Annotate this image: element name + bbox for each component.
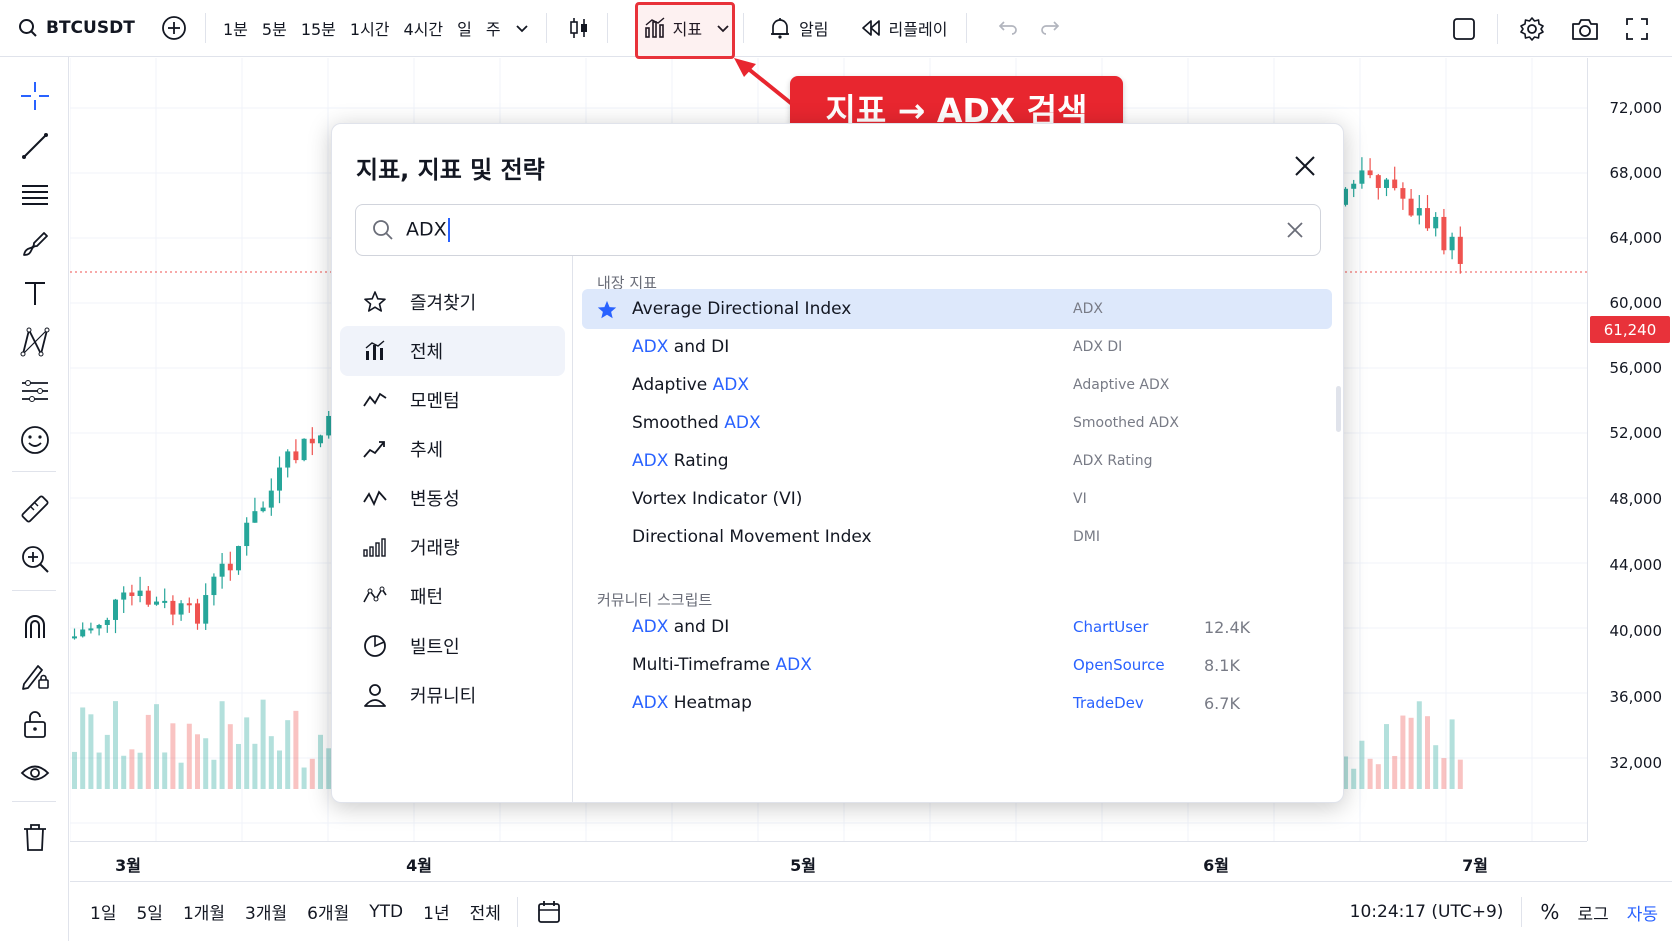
indicator-row[interactable]: Vortex Indicator (VI) VI (582, 479, 1332, 519)
trend-icon (362, 437, 388, 461)
nav-item-builtin[interactable]: 빌트인 (340, 621, 565, 671)
indicator-name: Directional Movement Index (632, 527, 872, 547)
indicators-dialog: 지표, 지표 및 전략 ADX 즐겨찾기전체모멘텀추세변동성거래량패턴빌트인커뮤… (331, 123, 1344, 803)
nav-item-label: 변동성 (410, 489, 460, 510)
close-icon[interactable] (1293, 154, 1317, 178)
indicator-shortname: DMI (1073, 529, 1100, 545)
nav-item-label: 모멘텀 (410, 391, 460, 412)
indicator-name-part: ADX (775, 655, 812, 675)
nav-item-label: 거래량 (410, 538, 460, 559)
script-author-link[interactable]: ChartUser (1073, 618, 1148, 636)
indicator-name: ADX and DI (632, 337, 729, 357)
indicator-name: Adaptive ADX (632, 375, 749, 395)
indicator-name-part: Multi-Timeframe (632, 655, 776, 675)
indicator-row[interactable]: Directional Movement Index DMI (582, 517, 1332, 557)
script-usage-count: 12.4K (1204, 617, 1251, 637)
indicator-name-part: ADX (632, 451, 669, 471)
indicator-name-part: ADX (632, 337, 669, 357)
indicator-name-part: Directional Movement Index (632, 527, 872, 547)
indicator-shortname: Adaptive ADX (1073, 377, 1170, 393)
nav-item-label: 추세 (410, 440, 444, 461)
indicator-name-part: Rating (668, 451, 729, 471)
indicator-row[interactable]: ADX and DI ADX DI (582, 327, 1332, 367)
volume-icon (362, 535, 388, 559)
nav-item-volatility[interactable]: 변동성 (340, 473, 565, 523)
script-usage-count: 8.1K (1204, 655, 1240, 675)
pattern-icon (362, 584, 388, 608)
indicator-name-part: and DI (668, 617, 730, 637)
indicator-shortname: Smoothed ADX (1073, 415, 1179, 431)
indicator-name-part: ADX (632, 617, 669, 637)
momentum-icon (362, 388, 388, 412)
indicator-results: 내장 지표 Average Directional Index ADX ADX an… (574, 256, 1343, 802)
indicator-shortname: ADX (1073, 301, 1103, 317)
indicator-search-box[interactable]: ADX (355, 204, 1321, 256)
bar-chart-icon (362, 339, 388, 363)
category-nav: 즐겨찾기전체모멘텀추세변동성거래량패턴빌트인커뮤니티 (332, 256, 573, 802)
nav-item-label: 전체 (410, 342, 444, 363)
scrollbar[interactable] (1336, 386, 1341, 432)
indicator-name-part: Adaptive (632, 375, 713, 395)
indicator-shortname: VI (1073, 491, 1087, 507)
nav-item-volume[interactable]: 거래량 (340, 522, 565, 572)
nav-item-trend[interactable]: 추세 (340, 424, 565, 474)
indicator-name: ADX Heatmap (632, 693, 752, 713)
nav-item-momentum[interactable]: 모멘텀 (340, 375, 565, 425)
indicator-name: Smoothed ADX (632, 413, 761, 433)
nav-item-user[interactable]: 커뮤니티 (340, 670, 565, 720)
nav-item-pattern[interactable]: 패턴 (340, 571, 565, 621)
indicator-name-part: ADX (712, 375, 750, 395)
indicator-name-part: ADX (724, 413, 761, 433)
indicator-name: Multi-Timeframe ADX (632, 655, 812, 675)
indicator-name-part: ADX (632, 693, 669, 713)
indicator-name: Vortex Indicator (VI) (632, 489, 802, 509)
indicator-name: ADX Rating (632, 451, 729, 471)
user-icon (362, 682, 388, 708)
indicator-shortname: ADX DI (1073, 339, 1123, 355)
script-usage-count: 6.7K (1204, 693, 1240, 713)
nav-item-star[interactable]: 즐겨찾기 (340, 277, 565, 327)
script-author-link[interactable]: TradeDev (1073, 694, 1144, 712)
indicator-row[interactable]: ADX Rating ADX Rating (582, 441, 1332, 481)
text-cursor (447, 218, 450, 242)
indicator-name: ADX and DI (632, 617, 729, 637)
indicator-name-part: Heatmap (668, 693, 752, 713)
nav-item-label: 빌트인 (410, 637, 460, 658)
indicator-row[interactable]: Average Directional Index ADX (582, 289, 1332, 329)
star-icon (362, 290, 388, 314)
indicator-name-part: Smoothed (632, 413, 725, 433)
favorite-star-icon[interactable] (596, 299, 618, 326)
dialog-title: 지표, 지표 및 전략 (356, 156, 545, 184)
community-script-row[interactable]: ADX Heatmap TradeDev 6.7K (582, 683, 1332, 723)
community-script-row[interactable]: Multi-Timeframe ADX OpenSource 8.1K (582, 645, 1332, 685)
volatility-icon (362, 486, 388, 510)
indicator-row[interactable]: Adaptive ADX Adaptive ADX (582, 365, 1332, 405)
nav-item-bar-chart[interactable]: 전체 (340, 326, 565, 376)
community-script-row[interactable]: ADX and DI ChartUser 12.4K (582, 607, 1332, 647)
indicator-shortname: ADX Rating (1073, 453, 1153, 469)
indicator-name: Average Directional Index (632, 299, 851, 319)
nav-item-label: 커뮤니티 (410, 686, 477, 707)
search-input[interactable]: ADX (406, 219, 447, 241)
indicator-name-part: Average Directional Index (632, 299, 852, 319)
search-icon (372, 219, 394, 241)
indicator-name-part: and DI (668, 337, 730, 357)
indicator-row[interactable]: Smoothed ADX Smoothed ADX (582, 403, 1332, 443)
script-author-link[interactable]: OpenSource (1073, 656, 1165, 674)
builtin-icon (362, 633, 388, 659)
nav-item-label: 패턴 (410, 587, 444, 608)
nav-item-label: 즐겨찾기 (410, 293, 477, 314)
clear-search-icon[interactable] (1284, 219, 1306, 241)
indicator-name-part: Vortex Indicator (VI) (632, 489, 803, 509)
